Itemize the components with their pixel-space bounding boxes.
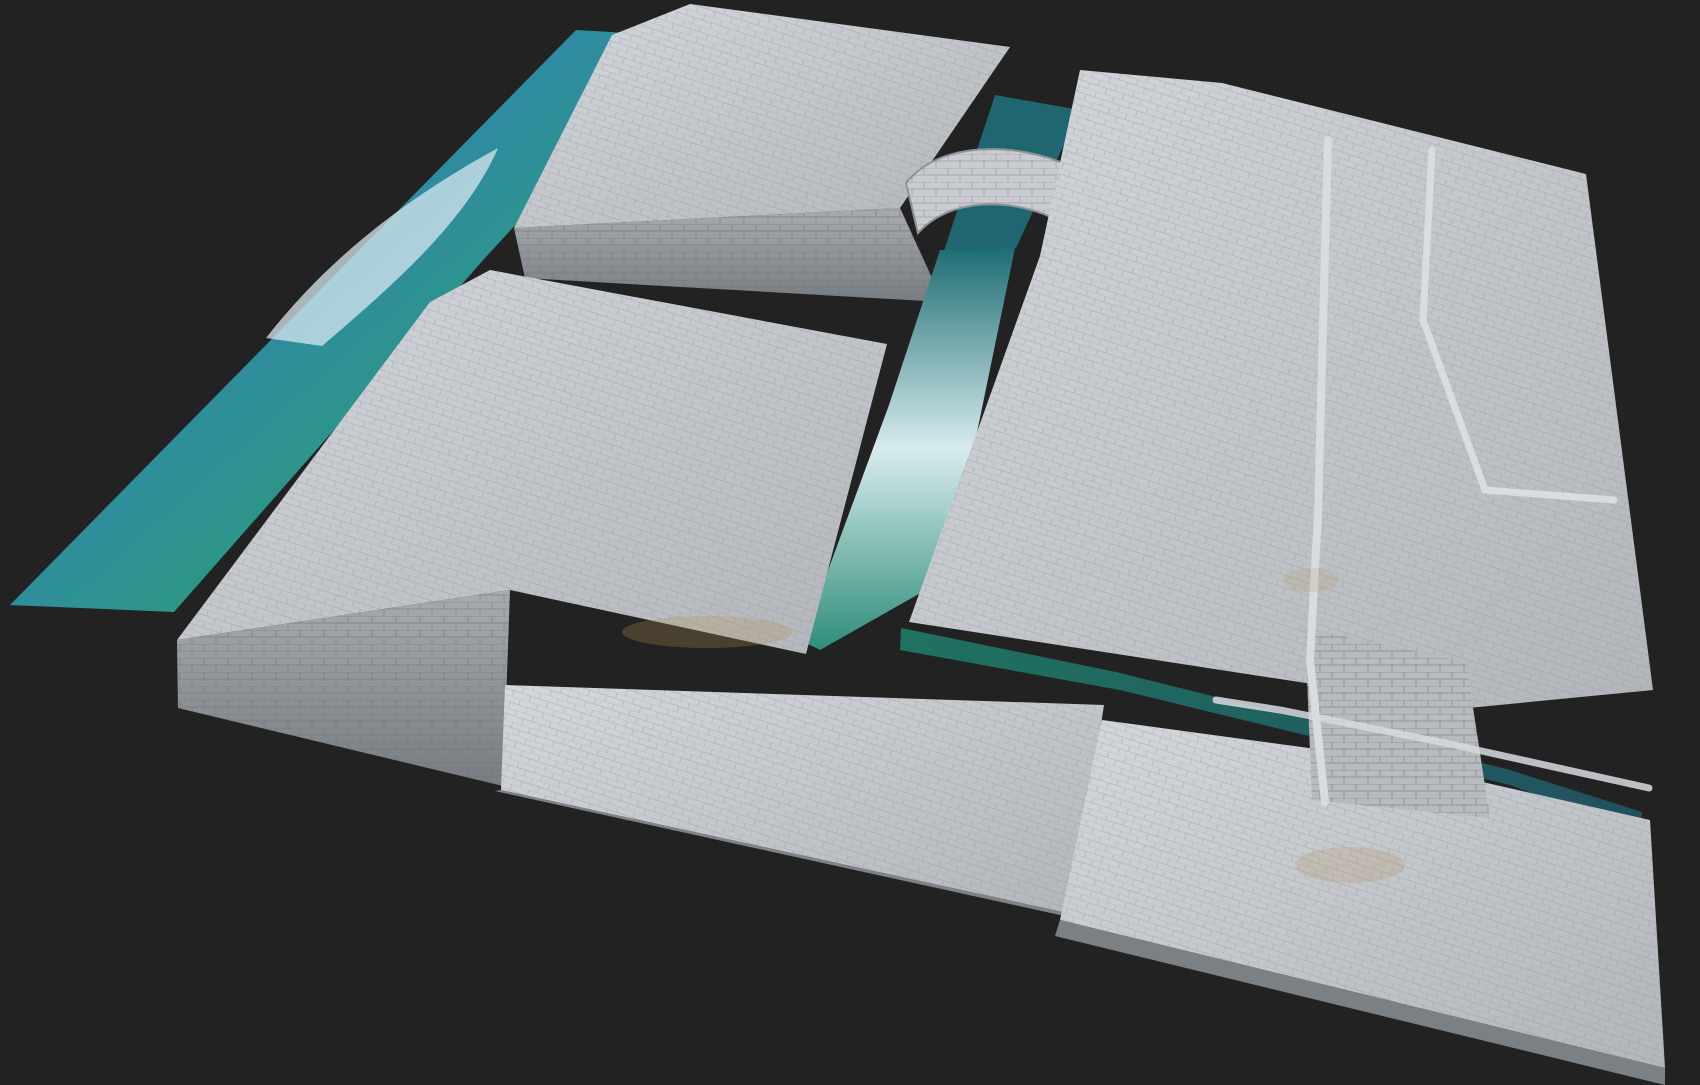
- scene-photo: [10, 4, 1665, 1085]
- terrain-board: [10, 4, 1665, 1085]
